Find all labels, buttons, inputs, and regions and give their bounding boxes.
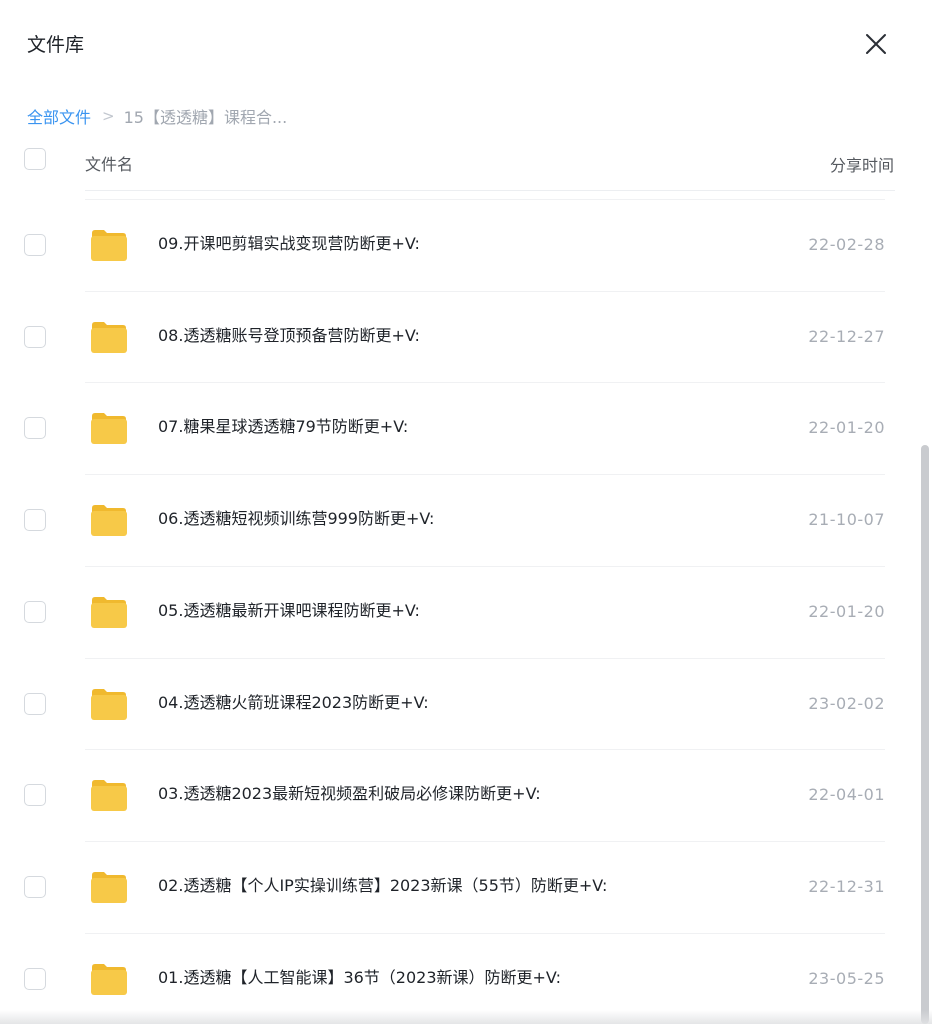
file-name[interactable]: 01.透透糖【人工智能课】36节（2023新课）防断更+V: <box>158 964 561 988</box>
row-divider <box>85 199 885 200</box>
folder-icon <box>91 963 127 995</box>
table-row[interactable]: 03.透透糖2023最新短视频盈利破局必修课防断更+V: 22-04-01 <box>0 749 932 840</box>
breadcrumb: 全部文件 > 15【透透糖】课程合... <box>27 104 287 128</box>
row-divider <box>85 932 885 934</box>
column-header-name[interactable]: 文件名 <box>85 151 133 175</box>
scrollbar-thumb[interactable] <box>921 445 929 1024</box>
folder-icon <box>91 871 127 903</box>
shared-date: 22-12-31 <box>808 876 885 896</box>
row-divider <box>85 474 885 476</box>
file-name[interactable]: 04.透透糖火箭班课程2023防断更+V: <box>158 689 429 713</box>
row-checkbox[interactable] <box>24 509 46 532</box>
shared-date: 22-04-01 <box>808 785 885 805</box>
dialog-title: 文件库 <box>27 34 85 56</box>
header-divider <box>85 190 895 191</box>
table-row[interactable]: 04.透透糖火箭班课程2023防断更+V: 23-02-02 <box>0 657 932 749</box>
breadcrumb-root-link[interactable]: 全部文件 <box>27 104 91 128</box>
row-divider <box>85 290 885 292</box>
folder-icon <box>91 413 127 445</box>
file-name[interactable]: 09.开课吧剪辑实战变现营防断更+V: <box>158 230 420 254</box>
table-row[interactable]: 08.透透糖账号登顶预备营防断更+V: 22-12-27 <box>0 290 932 382</box>
row-checkbox[interactable] <box>24 234 46 256</box>
file-name[interactable]: 06.透透糖短视频训练营999防断更+V: <box>158 505 434 529</box>
file-list: 09.开课吧剪辑实战变现营防断更+V: 22-02-28 08.透透糖账号登顶预备营… <box>0 199 932 1024</box>
folder-icon <box>91 780 127 812</box>
row-checkbox[interactable] <box>24 784 46 807</box>
shared-date: 22-12-27 <box>808 326 885 346</box>
folder-icon <box>91 230 127 261</box>
row-divider <box>85 565 885 567</box>
folder-icon <box>91 321 127 353</box>
chevron-right-icon: > <box>102 107 115 125</box>
close-icon[interactable] <box>862 30 890 58</box>
shared-date: 22-01-20 <box>808 418 885 438</box>
row-checkbox[interactable] <box>24 967 46 990</box>
column-header-shared-time[interactable]: 分享时间 <box>830 152 894 176</box>
shared-date: 22-01-20 <box>808 601 885 621</box>
row-checkbox[interactable] <box>24 600 46 623</box>
row-divider <box>85 382 885 384</box>
table-header: 文件名 分享时间 <box>0 142 932 190</box>
shared-date: 22-02-28 <box>808 235 885 254</box>
shared-date: 23-05-25 <box>808 968 885 988</box>
shared-date: 21-10-07 <box>808 510 885 530</box>
table-row[interactable]: 07.糖果星球透透糖79节防断更+V: 22-01-20 <box>0 382 932 473</box>
file-name[interactable]: 05.透透糖最新开课吧课程防断更+V: <box>158 597 420 621</box>
table-row[interactable]: 05.透透糖最新开课吧课程防断更+V: 22-01-20 <box>0 565 932 657</box>
folder-icon <box>91 505 127 537</box>
table-row[interactable]: 06.透透糖短视频训练营999防断更+V: 21-10-07 <box>0 474 932 565</box>
row-checkbox[interactable] <box>24 875 46 898</box>
file-name[interactable]: 08.透透糖账号登顶预备营防断更+V: <box>158 322 420 346</box>
file-name[interactable]: 07.糖果星球透透糖79节防断更+V: <box>158 413 408 437</box>
folder-icon <box>91 596 127 628</box>
table-row[interactable]: 09.开课吧剪辑实战变现营防断更+V: 22-02-28 <box>0 199 932 290</box>
select-all-checkbox[interactable] <box>24 148 46 170</box>
shared-date: 23-02-02 <box>808 693 885 713</box>
row-divider <box>85 749 885 751</box>
folder-icon <box>91 688 127 720</box>
row-checkbox[interactable] <box>24 692 46 715</box>
breadcrumb-current: 15【透透糖】课程合... <box>123 108 288 127</box>
bottom-fade <box>0 1010 932 1024</box>
row-divider <box>85 840 885 842</box>
file-name[interactable]: 03.透透糖2023最新短视频盈利破局必修课防断更+V: <box>158 780 541 804</box>
file-name[interactable]: 02.透透糖【个人IP实操训练营】2023新课（55节）防断更+V: <box>158 872 607 896</box>
row-checkbox[interactable] <box>24 325 46 348</box>
row-divider <box>85 657 885 659</box>
table-row[interactable]: 02.透透糖【个人IP实操训练营】2023新课（55节）防断更+V: 22-12-… <box>0 840 932 932</box>
row-checkbox[interactable] <box>24 417 46 440</box>
file-library-dialog: 文件库 全部文件 > 15【透透糖】课程合... 文件名 分享时间 09.开课吧… <box>0 0 932 1024</box>
